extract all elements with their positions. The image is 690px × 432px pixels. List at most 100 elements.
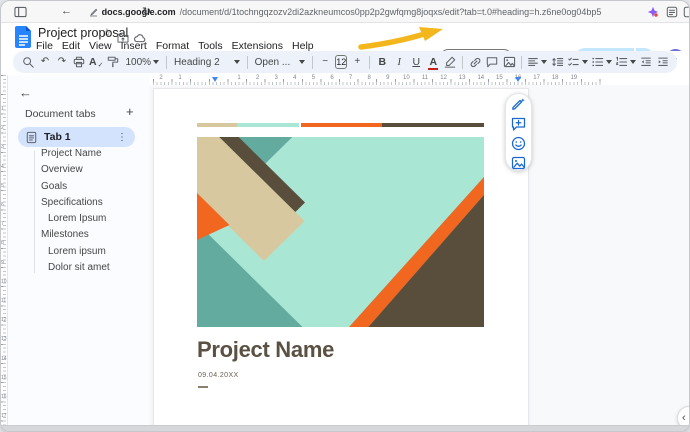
url-bar[interactable]: docs.google.com/document/d/1tochngqzozv2… [1,1,689,23]
bold-button[interactable]: B [375,53,389,71]
tab-doc-icon [26,131,37,144]
google-docs-logo[interactable] [15,26,32,53]
ruler-number: 14 [477,75,484,81]
align-button[interactable] [527,53,547,71]
reader-mode-icon[interactable] [666,6,678,21]
right-indent-marker[interactable] [515,77,521,82]
ruler-number: 12 [1,317,7,323]
bulleted-list-button[interactable] [591,53,612,71]
ruler-number: 4 [293,75,296,81]
increase-font-icon[interactable]: + [350,53,364,71]
insert-image-icon[interactable] [502,53,516,71]
outline-item[interactable]: Specifications [8,195,149,211]
ruler-number: 2 [256,75,259,81]
ruler-number: 2 [1,125,4,131]
text-color-button[interactable]: A [429,56,437,68]
star-icon[interactable]: ☆ [102,28,112,39]
ruler-number: 9 [386,75,389,81]
add-image-fab-icon[interactable] [511,156,526,175]
redo-icon[interactable]: ↷ [55,53,69,71]
ruler-number: 8 [1,240,4,246]
outline-item[interactable]: Lorem ipsum [8,244,149,260]
tab-label: Tab 1 [44,131,110,143]
ruler-number: 10 [403,75,410,81]
numbered-list-button[interactable] [615,53,636,71]
ruler-number: 4 [1,164,4,170]
ruler-number: 11 [422,75,428,81]
add-comment-icon[interactable] [485,53,499,71]
ruler-number: 6 [330,75,333,81]
left-indent-marker[interactable] [212,77,218,82]
highlight-button[interactable] [443,53,457,71]
font-size-input[interactable]: 12 [335,55,347,69]
cover-accent-bar [197,123,484,127]
ruler-number: 7 [1,221,4,227]
underline-button[interactable]: U [409,53,423,71]
panel-title: Document tabs [25,108,96,120]
window-bottom-edge [1,425,689,431]
paint-format-icon[interactable] [106,53,120,71]
ruler-number: 16 [1,394,7,400]
outline-item[interactable]: Lorem Ipsum [8,211,149,227]
outline-item[interactable]: Goals [8,179,149,195]
italic-button[interactable]: I [392,53,406,71]
decrease-indent-button[interactable] [639,53,653,71]
clear-formatting-button[interactable] [673,53,677,71]
browser-window: ← → ↻ docs.google.com/document/d/1tochng… [0,0,690,432]
checklist-button[interactable] [567,53,588,71]
ruler-number: 14 [1,356,7,362]
ruler-number: 5 [312,75,315,81]
cover-image[interactable] [197,137,484,327]
doc-date[interactable]: 09.04.20XX [198,372,239,379]
floating-action-toolbar [505,93,532,171]
paragraph-style-select[interactable]: Heading 2 [172,53,242,71]
document-canvas: Project Name 09.04.20XX ‹ [149,85,689,425]
outline-item[interactable]: Milestones [8,227,149,243]
ruler-number: 1 [178,75,181,81]
ruler-number: 17 [533,75,540,81]
ruler-number: 10 [1,279,7,285]
ruler-number: 9 [1,260,4,266]
vertical-ruler[interactable]: 1234567891011121314151617 [1,75,8,425]
ruler-number: 13 [459,75,466,81]
url-path: /document/d/1tochngqzozv2di2azkneumcos0p… [180,7,602,17]
ruler-number: 1 [237,75,240,81]
split-view-icon[interactable] [683,6,690,21]
ruler-number: 17 [1,413,7,419]
docs-header: Project proposal ☆ FileEditViewInsertFor… [1,23,689,51]
spellcheck-icon[interactable]: A ✓ [89,53,103,71]
ruler-number: 15 [1,375,7,381]
help-me-write-icon[interactable] [511,97,526,117]
undo-icon[interactable]: ↶ [38,53,52,71]
document-tabs-panel: ← Document tabs + Tab 1 ⋮ Project NameOv… [8,75,149,425]
search-menus-icon[interactable] [21,53,35,71]
increase-indent-button[interactable] [656,53,670,71]
ruler-number: 6 [1,202,4,208]
decrease-font-icon[interactable]: − [318,53,332,71]
ruler-number: 13 [1,336,7,342]
add-emoji-icon[interactable] [511,136,526,156]
font-family-select[interactable]: Open ... [253,53,308,71]
horizontal-ruler[interactable]: 2112345678910111213141516171819 [149,75,690,85]
tab-options-icon[interactable]: ⋮ [117,132,127,143]
outline-item[interactable]: Overview [8,162,149,178]
line-spacing-button[interactable] [550,53,564,71]
ruler-number: 8 [368,75,371,81]
format-toolbar: ↶ ↷ A ✓ 100% Heading 2 Open ... − 12 + B… [1,51,689,75]
insert-link-icon[interactable] [468,53,482,71]
print-icon[interactable] [72,53,86,71]
doc-dash-rule [198,386,208,388]
tab-item-selected[interactable]: Tab 1 ⋮ [18,127,135,147]
close-panel-arrow[interactable]: ← [19,85,32,100]
ruler-number: 5 [1,183,4,189]
document-page[interactable]: Project Name 09.04.20XX [153,88,529,427]
outline-item[interactable]: Project Name [8,146,149,162]
ruler-number: 11 [1,298,6,304]
zoom-select[interactable]: 100% [123,53,161,71]
add-tab-button[interactable]: + [126,104,134,119]
doc-heading[interactable]: Project Name [197,337,334,363]
extension-icon[interactable] [647,6,659,21]
add-comment-fab-icon[interactable] [511,117,526,136]
outline-item[interactable]: Dolor sit amet [8,260,149,276]
document-title[interactable]: Project proposal [38,26,128,40]
